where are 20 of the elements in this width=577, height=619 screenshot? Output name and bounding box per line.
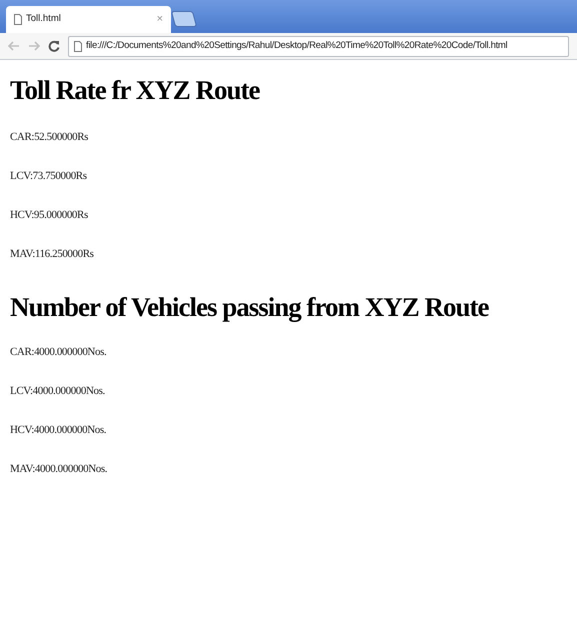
browser-tab[interactable]: Toll.html × xyxy=(6,6,171,33)
address-bar[interactable]: file:///C:/Documents%20and%20Settings/Rahul/Desktop/Real%20Time%20Toll%20Rate%20Code/Toll.html xyxy=(68,36,569,56)
reload-icon[interactable] xyxy=(48,40,60,52)
forward-icon[interactable] xyxy=(28,41,40,51)
value-line: HCV:4000.000000Nos. xyxy=(10,423,108,437)
value-line: CAR:4000.000000Nos. xyxy=(10,345,108,359)
section-heading: Toll Rate fr XYZ Route xyxy=(10,74,261,106)
value-line: LCV:4000.000000Nos. xyxy=(10,384,106,398)
address-text: file:///C:/Documents%20and%20Settings/Rahul/Desktop/Real%20Time%20Toll%20Rate%20Code/Toll.html xyxy=(86,38,508,53)
page-icon xyxy=(74,40,82,52)
new-tab-button[interactable] xyxy=(170,11,198,27)
page-icon xyxy=(14,14,22,25)
section-heading: Number of Vehicles passing from XYZ Route xyxy=(10,291,490,323)
value-line: MAV:4000.000000Nos. xyxy=(10,462,108,476)
value-line: LCV:73.750000Rs xyxy=(10,169,88,183)
tab-title: Toll.html xyxy=(26,12,62,26)
value-line: HCV:95.000000Rs xyxy=(10,208,89,222)
value-line: CAR:52.500000Rs xyxy=(10,130,90,144)
value-line: MAV:116.250000Rs xyxy=(10,247,95,261)
back-icon[interactable] xyxy=(8,41,20,51)
